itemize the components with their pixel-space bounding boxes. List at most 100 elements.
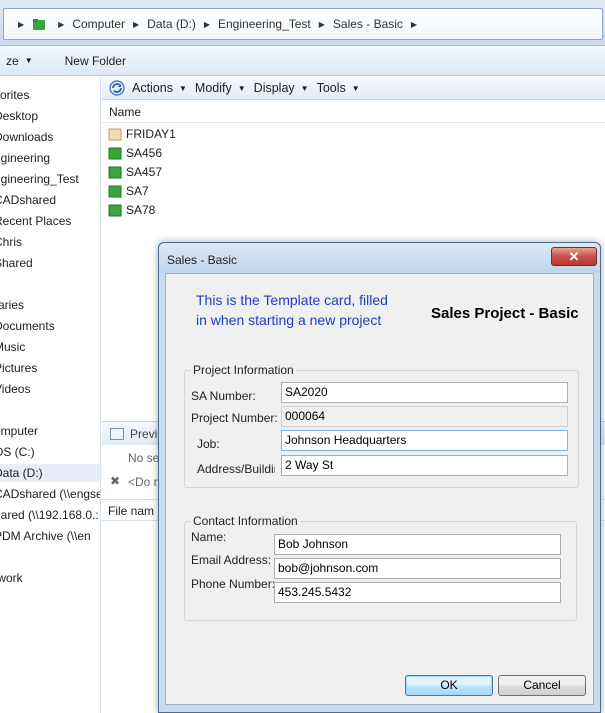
nav-item-os-c[interactable]: OS (C:) <box>0 443 35 461</box>
breadcrumb-separator-icon[interactable]: ▶ <box>133 20 139 29</box>
breadcrumb-dropdown-icon[interactable]: ▶ <box>411 20 417 29</box>
sales-basic-dialog: Sales - Basic ✕ This is the Template car… <box>158 242 601 713</box>
phone-field[interactable]: 453.245.5432 <box>274 582 561 603</box>
address-label: Address/Building <box>197 462 275 476</box>
clear-icon: ✖ <box>110 474 121 488</box>
do-not-text: <Do n <box>128 475 161 489</box>
menu-actions[interactable]: Actions ▼ <box>132 81 187 95</box>
job-field[interactable]: Johnson Headquarters <box>281 430 568 451</box>
file-name: SA7 <box>126 184 149 198</box>
name-label: Name: <box>191 530 227 544</box>
pdm-toolbar: Actions ▼ Modify ▼ Display ▼ Tools ▼ <box>102 77 605 100</box>
nav-item-engineering-test[interactable]: ngineering_Test <box>0 170 79 188</box>
dialog-title: Sales - Basic <box>167 253 238 267</box>
card-heading: Sales Project - Basic <box>431 305 579 322</box>
chevron-down-icon: ▼ <box>351 83 360 93</box>
cancel-button[interactable]: Cancel <box>498 675 586 696</box>
file-name: SA78 <box>126 203 156 217</box>
nav-item-shared[interactable]: Shared <box>0 254 33 272</box>
breadcrumb-separator-icon[interactable]: ▶ <box>58 20 64 29</box>
no-selection-text: No se <box>128 451 160 465</box>
list-item[interactable]: SA7 <box>108 182 149 200</box>
breadcrumb-computer[interactable]: Computer <box>72 17 125 31</box>
nav-item-documents[interactable]: Documents <box>0 317 55 335</box>
folder-icon <box>108 128 122 141</box>
nav-item-shared-network[interactable]: hared (\\192.168.0.: <box>0 506 99 524</box>
ok-button[interactable]: OK <box>405 675 493 696</box>
nav-item-data-d[interactable]: Data (D:) <box>0 464 100 482</box>
address-bar: ▶ ▶ Computer ▶ Data (D:) ▶ Engineering_T… <box>0 0 605 46</box>
breadcrumb-sales-basic[interactable]: Sales - Basic <box>333 17 403 31</box>
menu-display[interactable]: Display ▼ <box>254 81 309 95</box>
nav-item-cadshared[interactable]: CADshared <box>0 191 56 209</box>
new-folder-button[interactable]: New Folder <box>59 54 132 68</box>
menu-actions-label: Actions <box>132 81 173 95</box>
breadcrumb-engineering-test[interactable]: Engineering_Test <box>218 17 311 31</box>
nav-item-pictures[interactable]: Pictures <box>0 359 37 377</box>
menu-display-label: Display <box>253 81 295 95</box>
breadcrumb-separator-icon[interactable]: ▶ <box>319 20 325 29</box>
breadcrumb-data-drive[interactable]: Data (D:) <box>147 17 196 31</box>
project-number-field: 000064 <box>281 406 568 427</box>
template-note: This is the Template card, filled in whe… <box>196 292 388 328</box>
vault-folder-icon <box>108 147 122 160</box>
navigation-pane: vorites Desktop Downloads ngineering ngi… <box>0 77 101 713</box>
menu-tools-label: Tools <box>316 81 346 95</box>
preview-icon <box>110 427 124 440</box>
email-field[interactable]: bob@johnson.com <box>274 558 561 579</box>
chevron-down-icon: ▼ <box>24 56 33 65</box>
folder-icon <box>33 19 46 30</box>
file-name: SA456 <box>126 146 163 160</box>
job-label: Job: <box>197 437 220 451</box>
nav-item-computer[interactable]: omputer <box>0 422 38 440</box>
organize-label: ze <box>6 53 19 68</box>
nav-item-desktop[interactable]: Desktop <box>0 107 38 125</box>
group-label: Project Information <box>191 363 296 377</box>
phone-label: Phone Number: <box>191 577 276 591</box>
nav-item-pdm-archive[interactable]: PDM Archive (\\en <box>0 527 91 545</box>
vault-folder-icon <box>108 204 122 217</box>
file-name: SA457 <box>126 165 163 179</box>
vault-folder-icon <box>108 185 122 198</box>
dialog-title-bar[interactable]: Sales - Basic ✕ <box>159 243 600 273</box>
file-name: FRIDAY1 <box>126 127 176 141</box>
nav-item-engineering[interactable]: ngineering <box>0 149 50 167</box>
list-item[interactable]: FRIDAY1 <box>108 125 176 143</box>
list-item[interactable]: SA456 <box>108 144 162 162</box>
chevron-down-icon: ▼ <box>300 83 309 93</box>
command-bar: ze ▼ New Folder <box>0 46 605 76</box>
breadcrumb[interactable]: ▶ ▶ Computer ▶ Data (D:) ▶ Engineering_T… <box>3 8 603 40</box>
dialog-client-area: This is the Template card, filled in whe… <box>165 273 594 705</box>
nav-item-network[interactable]: twork <box>0 569 23 587</box>
nav-item-libraries[interactable]: raries <box>0 296 24 314</box>
back-chevron-icon[interactable]: ▶ <box>18 20 24 29</box>
nav-item-downloads[interactable]: Downloads <box>0 128 53 146</box>
project-information-group: Project Information SA Number: SA2020 Pr… <box>184 363 579 488</box>
list-item[interactable]: SA457 <box>108 163 162 181</box>
close-button[interactable]: ✕ <box>551 247 597 266</box>
nav-item-chris[interactable]: Chris <box>0 233 22 251</box>
breadcrumb-separator-icon[interactable]: ▶ <box>204 20 210 29</box>
sa-number-field[interactable]: SA2020 <box>281 382 568 403</box>
address-field[interactable]: 2 Way St <box>281 455 568 476</box>
email-label: Email Address: <box>191 553 272 567</box>
column-header-name[interactable]: Name <box>102 101 605 123</box>
project-number-label: Project Number: <box>191 411 278 425</box>
nav-item-music[interactable]: Music <box>0 338 25 356</box>
chevron-down-icon: ▼ <box>237 83 246 93</box>
refresh-icon[interactable] <box>108 79 126 97</box>
nav-item-recent-places[interactable]: Recent Places <box>0 212 71 230</box>
menu-modify[interactable]: Modify ▼ <box>195 81 246 95</box>
sa-number-label: SA Number: <box>191 389 256 403</box>
menu-tools[interactable]: Tools ▼ <box>317 81 360 95</box>
organize-button[interactable]: ze ▼ <box>0 54 39 68</box>
nav-item-favorites[interactable]: vorites <box>0 86 29 104</box>
list-item[interactable]: SA78 <box>108 201 155 219</box>
chevron-down-icon: ▼ <box>179 83 187 93</box>
name-field[interactable]: Bob Johnson <box>274 534 561 555</box>
contact-information-group: Contact Information Name: Bob Johnson Em… <box>184 514 577 621</box>
nav-item-cadshared-network[interactable]: CADshared (\\engse <box>0 485 100 503</box>
group-label: Contact Information <box>191 514 300 528</box>
menu-modify-label: Modify <box>194 81 232 95</box>
nav-item-videos[interactable]: Videos <box>0 380 30 398</box>
